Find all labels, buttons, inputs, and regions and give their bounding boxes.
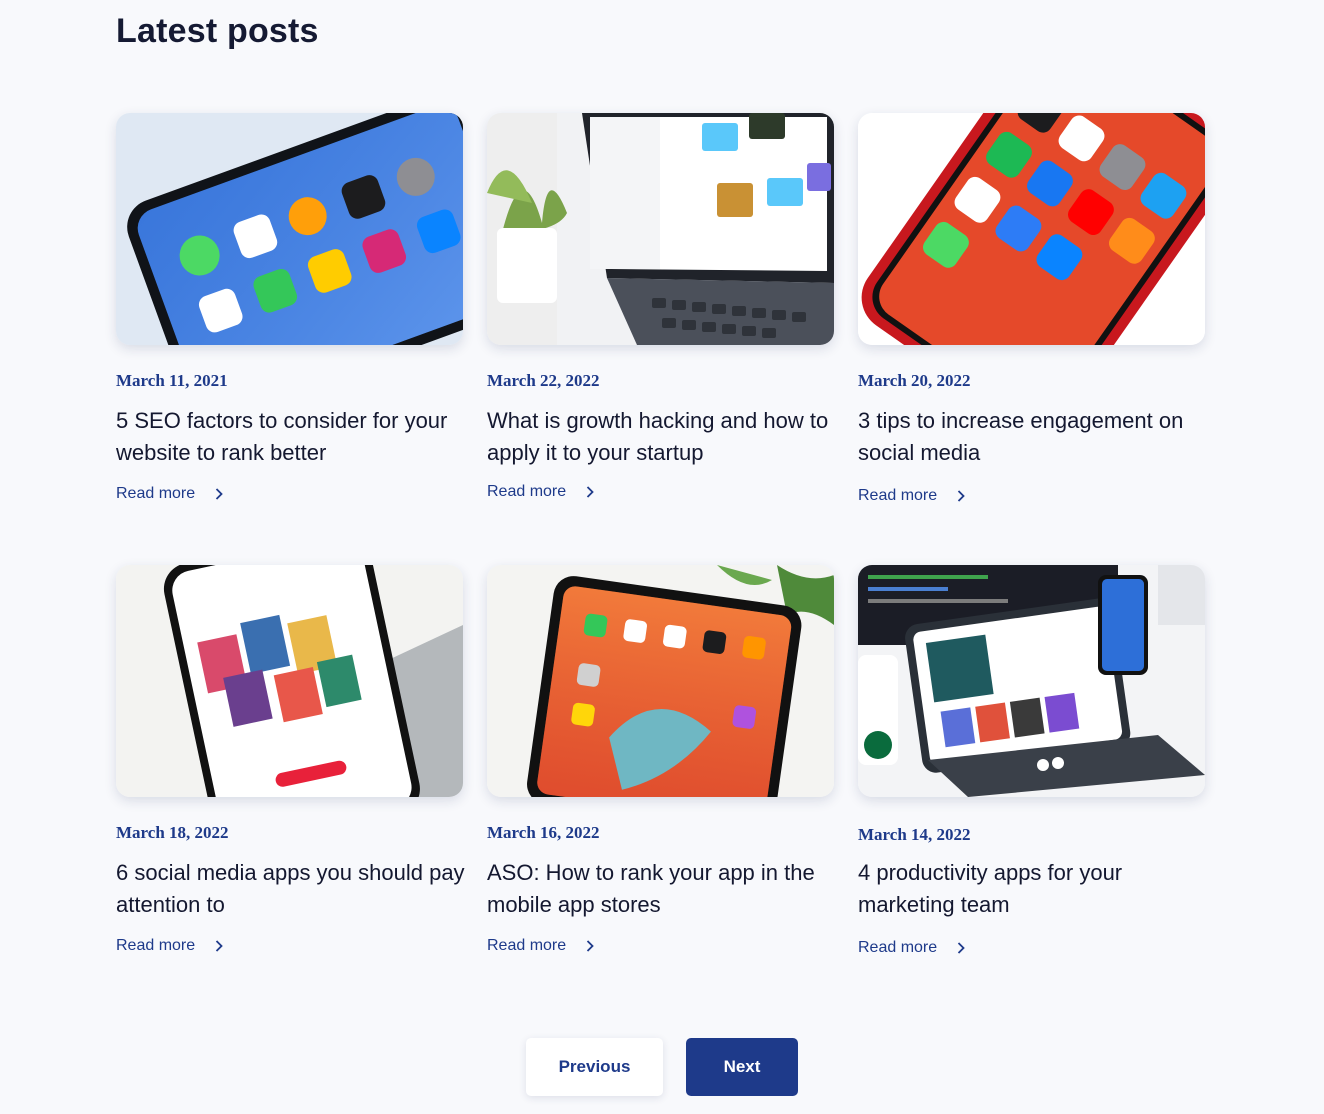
post-thumbnail[interactable]: [858, 113, 1205, 345]
post-date: March 11, 2021: [116, 371, 228, 390]
read-more-link[interactable]: Read more: [116, 937, 223, 955]
chevron-right-icon: [958, 942, 965, 954]
post-card: March 20, 2022 3 tips to increase engage…: [858, 113, 1205, 504]
chevron-right-icon: [958, 490, 965, 502]
read-more-label: Read more: [858, 487, 938, 504]
post-title[interactable]: 6 social media apps you should pay atten…: [116, 857, 466, 921]
post-title[interactable]: 5 SEO factors to consider for your websi…: [116, 405, 466, 469]
next-button[interactable]: Next: [686, 1038, 798, 1096]
read-more-label: Read more: [116, 937, 196, 954]
post-card: March 18, 2022 6 social media apps you s…: [116, 565, 465, 954]
post-card: March 16, 2022 ASO: How to rank your app…: [487, 565, 834, 954]
post-title[interactable]: 3 tips to increase engagement on social …: [858, 405, 1208, 469]
read-more-label: Read more: [858, 939, 938, 956]
post-title[interactable]: ASO: How to rank your app in the mobile …: [487, 857, 837, 921]
post-card: March 11, 2021 5 SEO factors to consider…: [116, 113, 463, 502]
chevron-right-icon: [587, 486, 594, 498]
read-more-label: Read more: [487, 483, 567, 500]
post-card: March 14, 2022 4 productivity apps for y…: [858, 565, 1205, 956]
read-more-label: Read more: [116, 485, 196, 502]
read-more-label: Read more: [487, 937, 567, 954]
read-more-link[interactable]: Read more: [858, 487, 965, 505]
read-more-link[interactable]: Read more: [487, 937, 594, 955]
read-more-link[interactable]: Read more: [487, 483, 594, 501]
chevron-right-icon: [216, 488, 223, 500]
post-thumbnail[interactable]: [487, 565, 834, 797]
post-title[interactable]: 4 productivity apps for your marketing t…: [858, 857, 1208, 921]
post-card: March 22, 2022 What is growth hacking an…: [487, 113, 834, 500]
post-date: March 22, 2022: [487, 371, 600, 390]
post-thumbnail[interactable]: [116, 565, 463, 797]
previous-button[interactable]: Previous: [526, 1038, 663, 1096]
post-date: March 14, 2022: [858, 825, 971, 844]
chevron-right-icon: [216, 940, 223, 952]
chevron-right-icon: [587, 940, 594, 952]
section-title: Latest posts: [116, 12, 319, 50]
read-more-link[interactable]: Read more: [858, 939, 965, 957]
read-more-link[interactable]: Read more: [116, 485, 223, 503]
post-thumbnail[interactable]: [116, 113, 463, 345]
post-thumbnail[interactable]: [858, 565, 1205, 797]
post-title[interactable]: What is growth hacking and how to apply …: [487, 405, 837, 469]
post-date: March 20, 2022: [858, 371, 971, 390]
post-date: March 16, 2022: [487, 823, 600, 842]
post-date: March 18, 2022: [116, 823, 229, 842]
post-thumbnail[interactable]: [487, 113, 834, 345]
